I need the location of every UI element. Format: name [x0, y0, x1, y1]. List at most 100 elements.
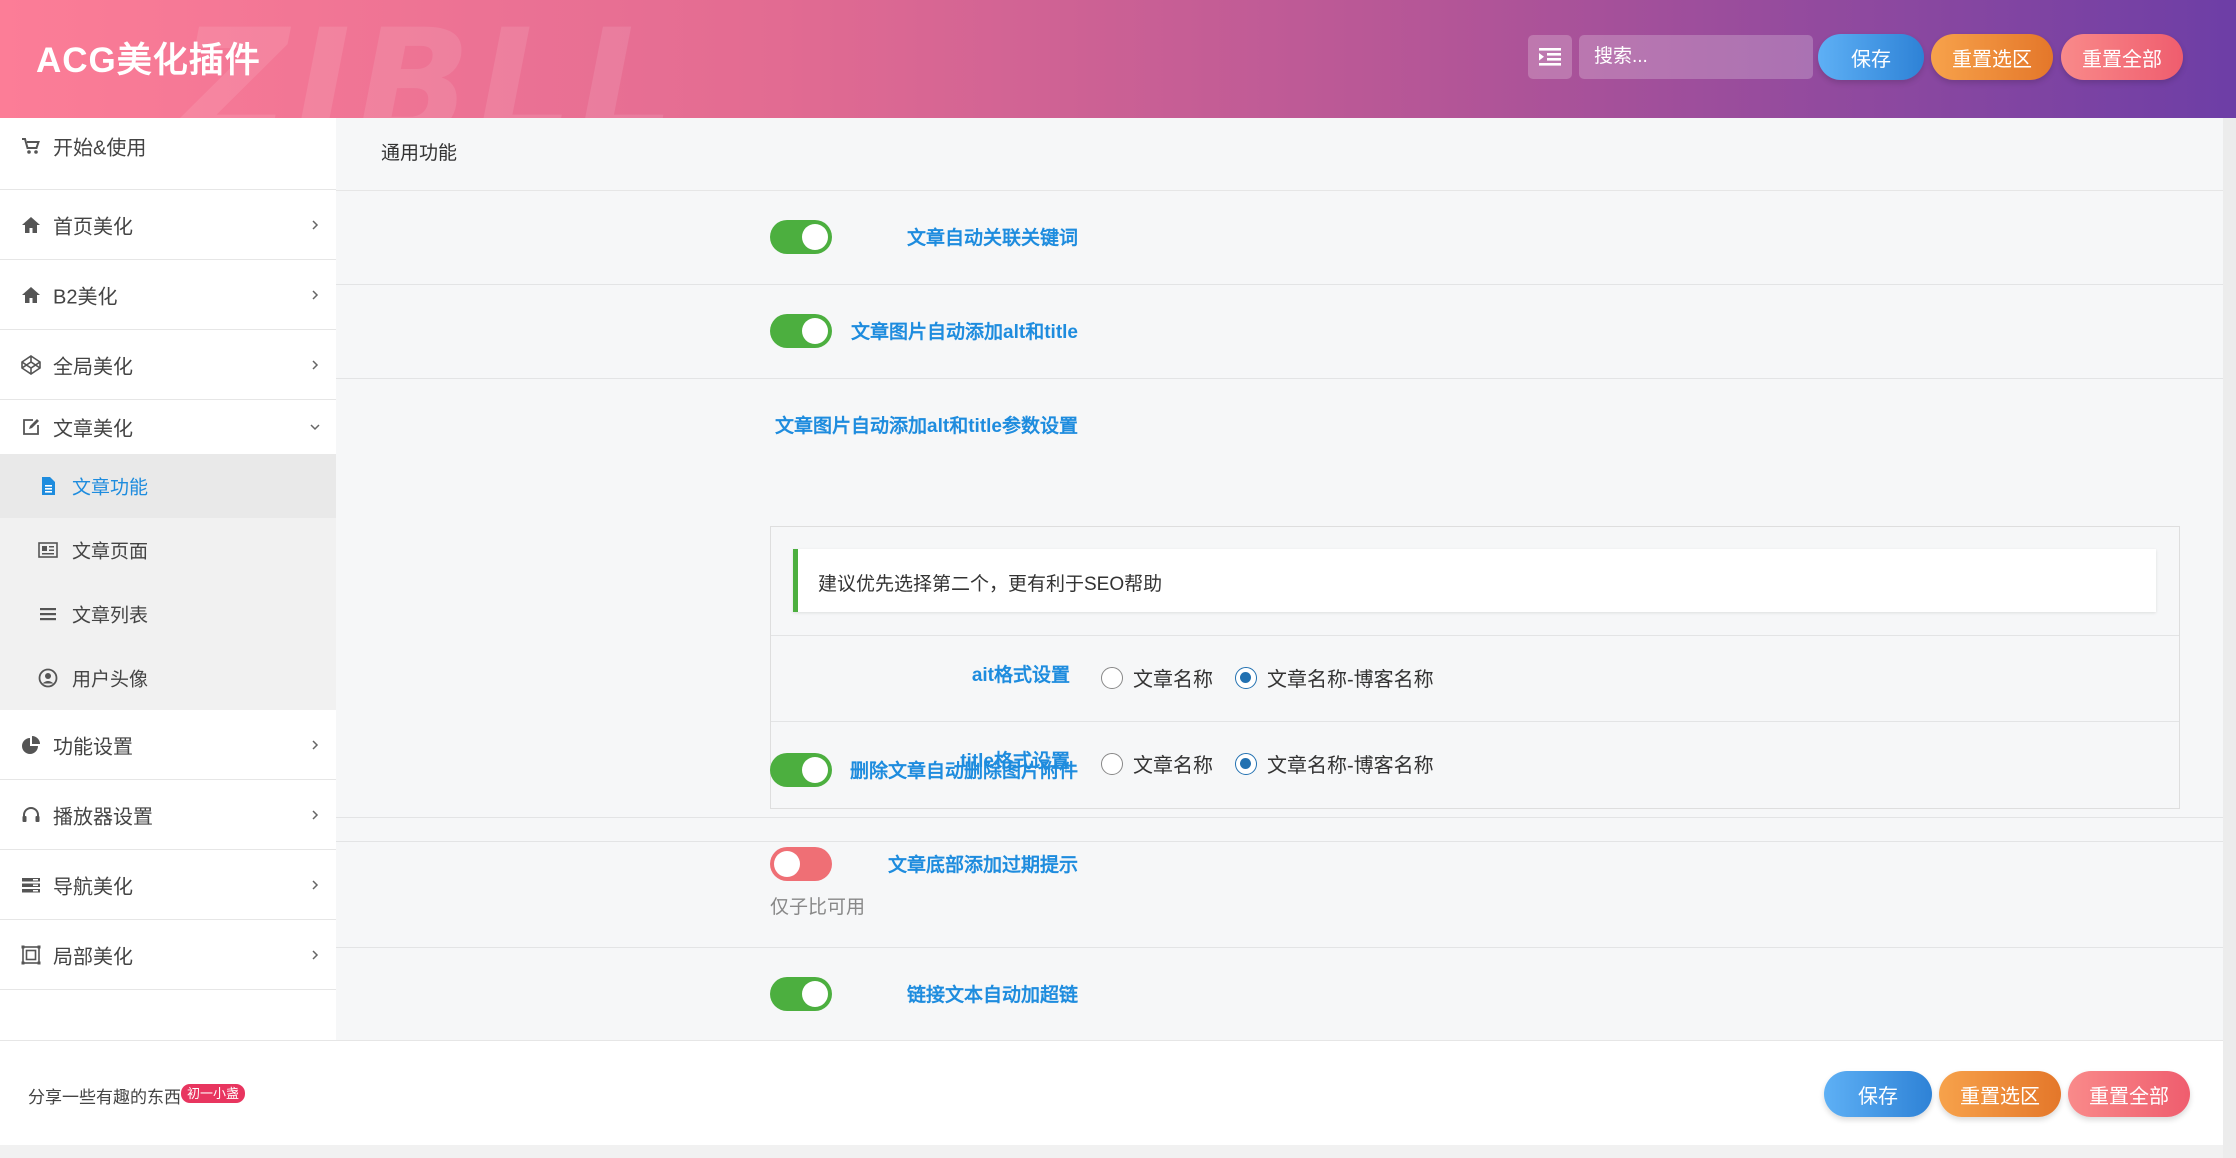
search-input[interactable] — [1579, 35, 1813, 79]
expiry-help-text: 仅子比可用 — [770, 897, 866, 918]
submenu-item-article-page[interactable]: 文章页面 — [0, 518, 336, 582]
setting-row-auto-hyperlink: 链接文本自动加超链 — [336, 947, 2223, 1040]
submenu-item-article-function[interactable]: 文章功能 — [0, 454, 336, 518]
chevron-right-icon — [312, 289, 319, 300]
nav-icon — [22, 877, 40, 892]
home-icon — [22, 216, 40, 233]
pie-chart-icon — [22, 735, 40, 754]
header-save-button[interactable]: 保存 — [1818, 34, 1924, 80]
setting-label: 删除文章自动删除图片附件 — [849, 761, 1078, 782]
toggle-knob — [774, 851, 800, 877]
newspaper-icon — [38, 542, 58, 558]
article-submenu: 文章功能 文章页面 文章列表 用户头像 — [0, 454, 336, 710]
toggle-knob — [802, 224, 828, 250]
chevron-right-icon — [312, 219, 319, 230]
chevron-down-icon — [310, 424, 320, 431]
sidebar-item-label: 全局美化 — [53, 356, 133, 378]
chevron-right-icon — [312, 809, 319, 820]
alt-format-label: ait格式设置 — [971, 665, 1070, 686]
alt-format-setting: ait格式设置 文章名称 文章名称-博客名称 — [771, 635, 2179, 722]
auto-hyperlink-toggle[interactable] — [770, 977, 832, 1011]
submenu-item-article-list[interactable]: 文章列表 — [0, 582, 336, 646]
sidebar-item-label: 功能设置 — [53, 736, 133, 758]
scrollbar-track[interactable] — [2223, 118, 2236, 1158]
footer-save-button[interactable]: 保存 — [1824, 1071, 1932, 1117]
setting-row-expiry-notice: 文章底部添加过期提示 — [336, 817, 2223, 948]
user-circle-icon — [38, 668, 58, 688]
setting-label: 文章图片自动添加alt和title参数设置 — [775, 416, 1078, 437]
menu-toggle-button[interactable] — [1528, 35, 1572, 79]
radio-label: 文章名称 — [1133, 669, 1213, 691]
sidebar: 开始&使用 首页美化 B2美化 全局美化 文章美化 文章功能 文章页面 文章列表… — [0, 118, 336, 1040]
chevron-right-icon — [312, 879, 319, 890]
sidebar-item-home[interactable]: 首页美化 — [0, 190, 336, 260]
sidebar-item-label: 开始&使用 — [53, 137, 147, 159]
sidebar-item-start[interactable]: 开始&使用 — [0, 102, 336, 190]
radio-circle[interactable] — [1235, 666, 1257, 689]
setting-row-image-alt-title: 文章图片自动添加alt和title — [336, 284, 2223, 379]
sidebar-item-label: 局部美化 — [53, 946, 133, 968]
sidebar-item-nav-beautify[interactable]: 导航美化 — [0, 850, 336, 920]
radio-label: 文章名称-博客名称 — [1267, 669, 1434, 691]
sidebar-item-label: 播放器设置 — [53, 806, 153, 828]
setting-row-auto-keywords: 文章自动关联关键词 — [336, 190, 2223, 285]
sidebar-item-label: 文章美化 — [53, 418, 133, 441]
header-reset-section-button[interactable]: 重置选区 — [1931, 34, 2053, 80]
sidebar-item-player-settings[interactable]: 播放器设置 — [0, 780, 336, 850]
submenu-item-user-avatar[interactable]: 用户头像 — [0, 646, 336, 710]
home-icon — [22, 286, 40, 303]
sidebar-item-function-settings[interactable]: 功能设置 — [0, 710, 336, 780]
brand-title: ACG美化插件 — [36, 41, 261, 80]
section-header: 通用功能 — [336, 118, 2223, 191]
setting-label: 链接文本自动加超链 — [906, 985, 1078, 1006]
app: ZIBLL ACG美化插件 保存 重置选区 重置全部 开始&使用 — [0, 0, 2236, 1158]
expiry-notice-toggle[interactable] — [770, 847, 832, 881]
chevron-right-icon — [312, 359, 319, 370]
alt-option-article-blog-name[interactable]: 文章名称-博客名称 — [1235, 663, 1434, 692]
alt-option-article-name[interactable]: 文章名称 — [1101, 663, 1213, 692]
toggle-knob — [802, 981, 828, 1007]
footer-reset-all-button[interactable]: 重置全部 — [2068, 1071, 2190, 1117]
settings-panel: 通用功能 文章自动关联关键词 文章图片自动添加alt和title 文章图片自动添… — [336, 118, 2223, 1040]
submenu-item-label: 文章功能 — [72, 477, 149, 499]
setting-row-delete-attachments: 删除文章自动删除图片附件 — [336, 723, 2223, 818]
delete-attachments-toggle[interactable] — [770, 753, 832, 787]
toggle-knob — [802, 757, 828, 783]
submenu-item-label: 文章页面 — [72, 541, 149, 563]
header-reset-all-button[interactable]: 重置全部 — [2061, 34, 2183, 80]
headphones-icon — [22, 806, 40, 822]
sidebar-item-global[interactable]: 全局美化 — [0, 330, 336, 400]
chevron-right-icon — [312, 739, 319, 750]
cart-icon — [22, 137, 40, 154]
edit-icon — [23, 419, 39, 435]
seo-notice: 建议优先选择第二个，更有利于SEO帮助 — [793, 549, 2156, 612]
sidebar-item-local-beautify[interactable]: 局部美化 — [0, 920, 336, 990]
image-alt-title-toggle[interactable] — [770, 314, 832, 348]
footer-bar: 分享一些有趣的东西 初一小盏 保存 重置选区 重置全部 — [0, 1040, 2223, 1145]
radio-circle[interactable] — [1101, 666, 1123, 689]
top-header: ZIBLL ACG美化插件 保存 重置选区 重置全部 — [0, 0, 2236, 118]
codepen-icon — [21, 354, 41, 375]
submenu-item-label: 用户头像 — [72, 669, 149, 691]
menu-indent-icon — [1539, 48, 1561, 66]
sidebar-item-article[interactable]: 文章美化 — [0, 400, 336, 454]
list-icon — [40, 608, 56, 621]
sidebar-item-b2[interactable]: B2美化 — [0, 260, 336, 330]
frame-icon — [21, 945, 41, 964]
setting-label: 文章图片自动添加alt和title — [851, 322, 1078, 343]
sidebar-item-label: 导航美化 — [53, 876, 133, 898]
sidebar-item-label: 首页美化 — [53, 216, 133, 238]
auto-keywords-toggle[interactable] — [770, 220, 832, 254]
section-title: 通用功能 — [381, 143, 458, 164]
file-icon — [42, 477, 55, 495]
setting-label: 文章自动关联关键词 — [906, 228, 1078, 249]
setting-label: 文章底部添加过期提示 — [887, 855, 1078, 876]
footer-reset-section-button[interactable]: 重置选区 — [1939, 1071, 2061, 1117]
chevron-right-icon — [312, 949, 319, 960]
sidebar-item-label: B2美化 — [53, 286, 118, 308]
author-badge: 初一小盏 — [181, 1084, 246, 1103]
notice-text: 建议优先选择第二个，更有利于SEO帮助 — [818, 574, 1163, 595]
footer-text: 分享一些有趣的东西 — [28, 1088, 181, 1107]
toggle-knob — [802, 318, 828, 344]
submenu-item-label: 文章列表 — [72, 605, 149, 627]
